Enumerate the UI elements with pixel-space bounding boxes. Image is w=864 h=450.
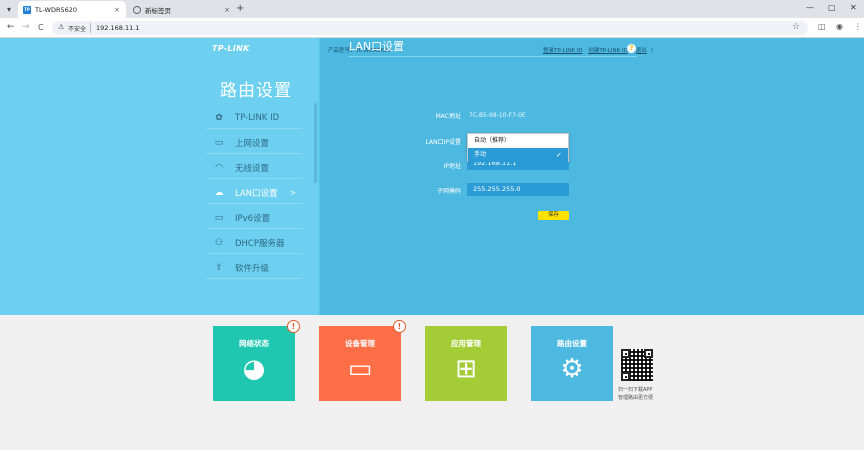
security-label[interactable]: 不安全: [68, 24, 86, 33]
sidebar-scrollbar[interactable]: [314, 103, 317, 183]
tile-network-status[interactable]: 网络状态 ◕ !: [213, 320, 300, 401]
check-icon: ✓: [556, 151, 562, 159]
url-bar[interactable]: ⚠ 不安全 192.168.11.1 ☆: [52, 21, 808, 35]
back-button[interactable]: ←: [7, 22, 15, 33]
wifi-laptop-icon: ▭: [347, 354, 373, 384]
sidebar-item-wireless[interactable]: ◠ 无线设置: [206, 157, 302, 179]
subnet-mask-label: 子网掩码: [436, 188, 461, 195]
divider: [90, 23, 91, 33]
create-tplink-id-link[interactable]: 创建TP-LINK ID: [588, 48, 628, 54]
alert-badge: !: [287, 320, 300, 333]
apps-grid-icon: ⊞: [455, 354, 477, 384]
panel-title: 路由设置: [220, 81, 292, 101]
url-text[interactable]: 192.168.11.1: [96, 24, 139, 32]
laptop-icon: ▭: [214, 212, 224, 223]
sidebar-item-label: 上网设置: [235, 138, 270, 149]
browser-tab-bar: ▾ TP TL-WDR5620 × 新标签页 × + — ▢ ✕: [0, 0, 864, 18]
lan-settings-panel: [320, 38, 864, 315]
warning-icon[interactable]: ⚠: [58, 23, 64, 31]
globe-icon: [133, 5, 141, 14]
section-title: LAN口设置: [349, 40, 405, 53]
qr-finder: [621, 372, 630, 381]
sidebar-item-label: LAN口设置: [235, 188, 278, 199]
sidebar-item-ipv6[interactable]: ▭ IPv6设置: [206, 207, 302, 229]
sidebar-item-upgrade[interactable]: ⇪ 软件升级: [206, 257, 302, 279]
sidebar-item-label: 无线设置: [235, 163, 270, 174]
sidebar-item-label: 软件升级: [235, 263, 270, 274]
ip-field[interactable]: 192.168.11.1: [467, 162, 569, 170]
sidebar-item-dhcp[interactable]: ⚇ DHCP服务器: [206, 232, 302, 254]
forward-button[interactable]: →: [22, 22, 30, 33]
lan-ip-mode-dropdown[interactable]: 自动（推荐） 手动 ✓: [467, 133, 569, 162]
tile-device-management[interactable]: 设备管理 ▭ !: [319, 320, 406, 401]
tile-label: 网络状态: [239, 339, 269, 348]
account-links: 登录TP-LINK ID 创建TP-LINK ID (退出): [543, 46, 657, 54]
logout-link[interactable]: (退出): [634, 48, 653, 54]
alert-badge: !: [393, 320, 406, 333]
tab-new-tab-page[interactable]: 新标签页 ×: [128, 1, 236, 18]
profile-icon[interactable]: ◉: [836, 22, 843, 31]
option-manual[interactable]: 手动 ✓: [468, 148, 568, 162]
qr-caption-line1: 扫一扫下载APP: [618, 387, 653, 393]
section-divider: [349, 56, 637, 57]
lan-ip-mode-label: LAN口IP设置: [425, 139, 461, 146]
bottom-nav: 网络状态 ◕ ! 设备管理 ▭ ! 应用管理 ⊞ 路由设置 ⚙ 扫一扫下载APP…: [0, 315, 864, 450]
globe-chat-icon: ◕: [242, 354, 266, 384]
save-button[interactable]: 保存: [538, 211, 569, 220]
tp-link-logo: TP-LINK: [212, 44, 250, 53]
tile-label: 设备管理: [345, 339, 375, 348]
qr-code-image: [621, 349, 653, 381]
qr-caption-line2: 管理路由更方便: [618, 395, 654, 401]
address-bar-row: ← → C ⚠ 不安全 192.168.11.1 ☆ ◫ ◉ ⋮: [0, 18, 864, 38]
minimize-button[interactable]: —: [806, 3, 814, 12]
help-icon[interactable]: ?: [627, 44, 636, 53]
tile-app-management[interactable]: 应用管理 ⊞: [425, 326, 507, 401]
subnet-mask-field[interactable]: 255.255.255.0: [467, 183, 569, 196]
tab-label: 新标签页: [145, 6, 171, 15]
mac-value: 7C-B5-98-10-F7-0E: [469, 112, 526, 119]
sidebar-item-label: TP-LINK ID: [235, 112, 280, 123]
tile-label: 应用管理: [451, 339, 481, 348]
network-icon: ⚇: [214, 237, 224, 248]
tab-label: TL-WDR5620: [35, 5, 78, 14]
tp-link-favicon-icon: TP: [23, 5, 31, 14]
close-tab-icon[interactable]: ×: [114, 6, 120, 14]
extensions-icon[interactable]: ◫: [818, 22, 826, 31]
tile-router-settings[interactable]: 路由设置 ⚙: [531, 326, 613, 401]
bookmark-star-icon[interactable]: ☆: [792, 22, 800, 32]
ip-label: IP地址: [443, 163, 461, 170]
login-tplink-id-link[interactable]: 登录TP-LINK ID: [543, 48, 583, 54]
gear-icon: ✿: [215, 112, 223, 123]
sidebar-item-label: IPv6设置: [235, 213, 271, 224]
maximize-button[interactable]: ▢: [828, 3, 836, 12]
cloud-icon: ☁: [214, 187, 224, 198]
qr-finder: [644, 349, 653, 358]
close-window-button[interactable]: ✕: [850, 3, 857, 12]
tile-label: 路由设置: [557, 339, 587, 348]
wifi-icon: ◠: [215, 162, 223, 173]
option-label: 手动: [474, 151, 487, 158]
new-tab-button[interactable]: +: [236, 3, 244, 14]
sidebar-item-internet[interactable]: ▭ 上网设置: [206, 132, 302, 154]
chevron-right-icon: >: [290, 188, 296, 197]
settings-gear-icon: ⚙: [560, 354, 584, 384]
qr-finder: [621, 349, 630, 358]
reload-button[interactable]: C: [38, 22, 44, 33]
sidebar-item-tplink-id[interactable]: ✿ TP-LINK ID: [206, 107, 302, 129]
tab-search-button[interactable]: ▾: [3, 4, 15, 15]
mac-label: MAC地址: [435, 113, 461, 120]
option-auto[interactable]: 自动（推荐）: [468, 134, 568, 148]
laptop-icon: ▭: [214, 137, 224, 148]
sidebar-item-label: DHCP服务器: [235, 238, 285, 249]
more-menu-icon[interactable]: ⋮: [854, 22, 862, 31]
router-top-area: TP-LINK 路由设置 产品型号：TL-WDR5620 登录TP-LINK I…: [0, 38, 864, 315]
sidebar-item-lan[interactable]: ☁ LAN口设置 >: [206, 182, 302, 204]
close-tab-icon[interactable]: ×: [224, 6, 230, 14]
upload-icon: ⇪: [215, 262, 223, 273]
tab-tl-wdr5620[interactable]: TP TL-WDR5620 ×: [18, 1, 126, 18]
